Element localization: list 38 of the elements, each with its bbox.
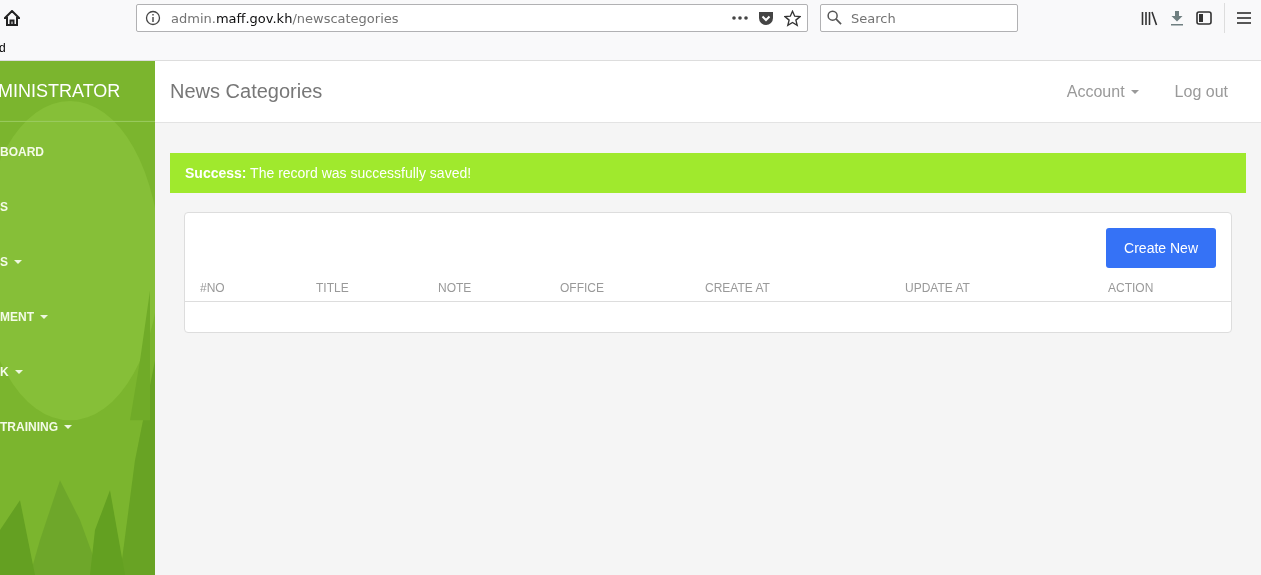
nav-link[interactable]: Log out [1174, 82, 1228, 101]
caret-icon [64, 425, 72, 429]
search-icon [827, 10, 842, 25]
caret-icon [1130, 89, 1139, 94]
brand-title[interactable]: MINISTRATOR [0, 61, 155, 122]
url-text: admin.maff.gov.kh/newscategories [171, 10, 400, 26]
column-header: UPDATE AT [905, 281, 971, 295]
search-field[interactable]: Search [820, 4, 1018, 32]
sidebar-item[interactable]: MENT [0, 309, 48, 325]
more-icon[interactable] [732, 16, 748, 20]
sidebar-item[interactable]: S [0, 254, 22, 270]
column-header: NOTE [438, 281, 473, 295]
column-header: ACTION [1108, 281, 1155, 295]
address-bar[interactable]: admin.maff.gov.kh/newscategories [136, 4, 808, 32]
download-icon[interactable] [1170, 10, 1184, 26]
caret-icon [14, 370, 23, 374]
alert-message: Success: The record was successfully saved! [185, 165, 472, 181]
library-icon[interactable] [1141, 10, 1158, 26]
star-icon[interactable] [784, 9, 801, 27]
sidebar-item[interactable]: TRAINING [0, 419, 72, 435]
pocket-icon[interactable] [758, 10, 774, 26]
column-header: #NO [200, 281, 226, 295]
sidebar-item[interactable]: K [0, 364, 23, 380]
home-icon[interactable] [4, 10, 20, 26]
sidebar-item[interactable]: S [0, 199, 8, 215]
page-title: News Categories [170, 80, 323, 103]
create-new-button[interactable]: Create New [1106, 228, 1216, 268]
column-header: OFFICE [560, 281, 605, 295]
caret-icon [14, 260, 22, 264]
info-icon[interactable] [145, 10, 161, 26]
caret-icon [40, 315, 48, 319]
menu-icon[interactable] [1237, 12, 1251, 24]
column-header: CREATE AT [705, 281, 771, 295]
column-header: TITLE [316, 281, 350, 295]
sidebar-item[interactable]: BOARD [0, 144, 44, 160]
bookmark-item[interactable]: d [0, 41, 6, 55]
nav-link[interactable]: Account [1066, 82, 1139, 101]
sidebar-icon[interactable] [1196, 11, 1212, 25]
